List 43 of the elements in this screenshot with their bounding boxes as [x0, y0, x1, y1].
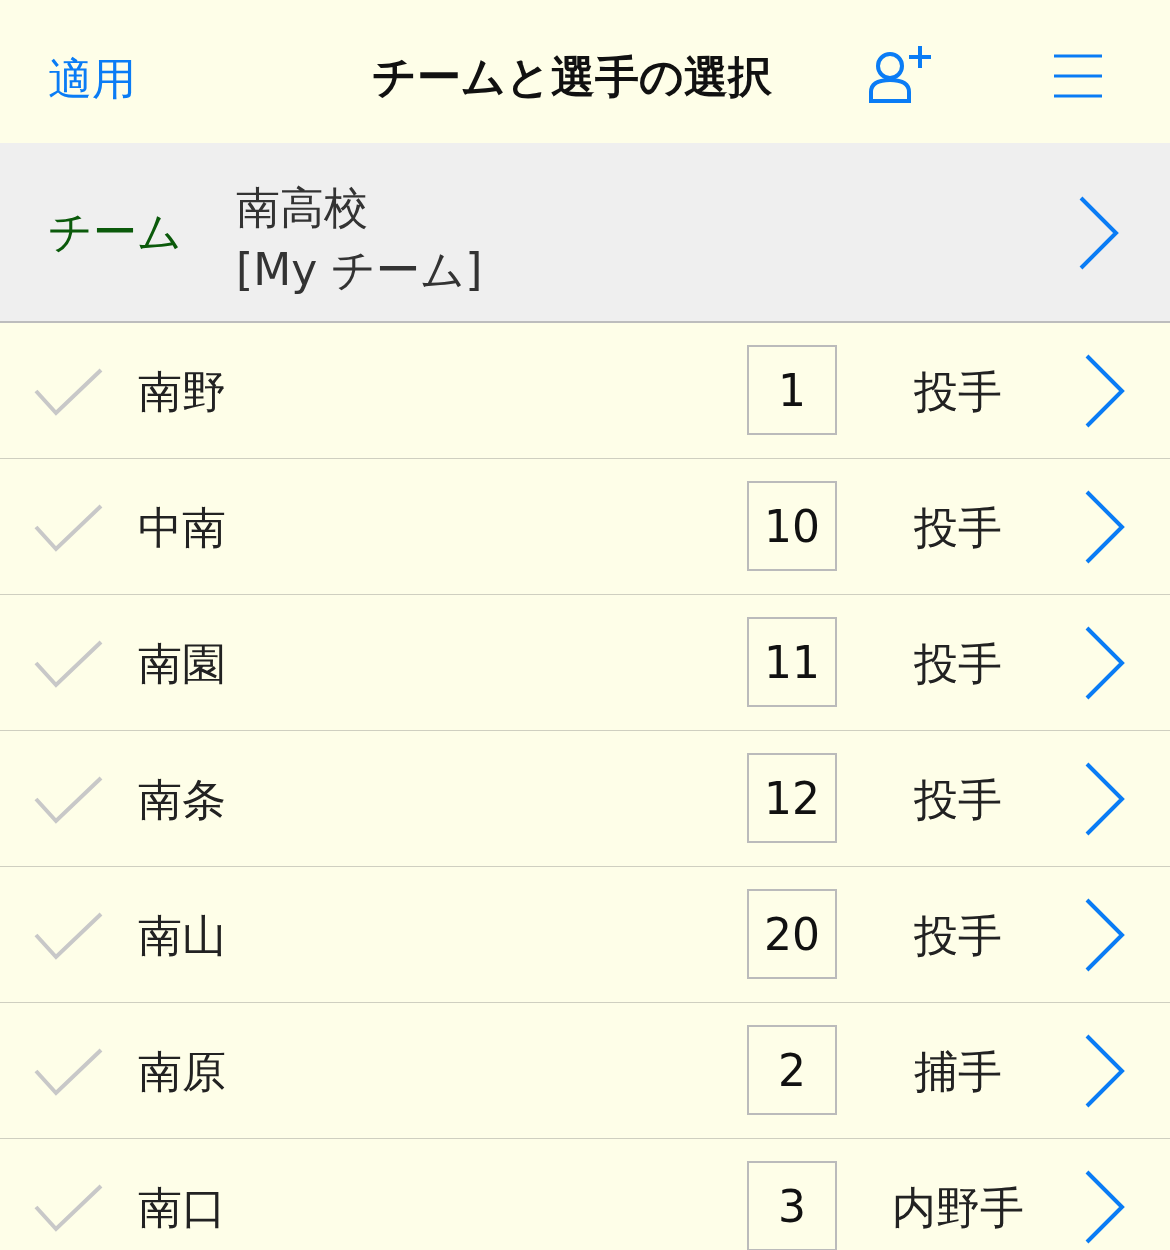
- checkmark-icon[interactable]: [34, 503, 104, 553]
- jersey-number: 3: [747, 1161, 837, 1250]
- jersey-number: 1: [747, 345, 837, 435]
- player-position: 投手: [913, 501, 1003, 555]
- player-name: 南野: [138, 365, 226, 419]
- checkmark-icon[interactable]: [34, 639, 104, 689]
- chevron-right-icon[interactable]: [1084, 489, 1126, 565]
- player-position: 内野手: [891, 1181, 1025, 1235]
- team-label: チーム: [48, 205, 182, 259]
- jersey-number: 12: [747, 753, 837, 843]
- jersey-number: 2: [747, 1025, 837, 1115]
- checkmark-icon[interactable]: [34, 1183, 104, 1233]
- player-name: 南山: [138, 909, 226, 963]
- jersey-number: 20: [747, 889, 837, 979]
- checkmark-icon[interactable]: [34, 1047, 104, 1097]
- player-name: 南条: [138, 773, 226, 827]
- checkmark-icon[interactable]: [34, 775, 104, 825]
- team-name: 南高校: [236, 181, 369, 235]
- menu-icon[interactable]: [1054, 54, 1102, 98]
- player-position: 投手: [913, 365, 1003, 419]
- jersey-number: 11: [747, 617, 837, 707]
- player-position: 投手: [913, 773, 1003, 827]
- chevron-right-icon[interactable]: [1084, 625, 1126, 701]
- chevron-right-icon[interactable]: [1078, 195, 1120, 271]
- jersey-number: 10: [747, 481, 837, 571]
- screen-title: チームと選手の選択: [372, 50, 772, 104]
- chevron-right-icon[interactable]: [1084, 897, 1126, 973]
- player-position: 投手: [913, 909, 1003, 963]
- player-name: 南原: [138, 1045, 226, 1099]
- player-name: 南口: [138, 1181, 226, 1235]
- player-position: 捕手: [913, 1045, 1003, 1099]
- player-name: 中南: [138, 501, 226, 555]
- player-name: 南園: [138, 637, 226, 691]
- checkmark-icon[interactable]: [34, 367, 104, 417]
- chevron-right-icon[interactable]: [1084, 353, 1126, 429]
- team-tag: [My チーム]: [236, 239, 483, 301]
- player-position: 投手: [913, 637, 1003, 691]
- checkmark-icon[interactable]: [34, 911, 104, 961]
- chevron-right-icon[interactable]: [1084, 1033, 1126, 1109]
- chevron-right-icon[interactable]: [1084, 761, 1126, 837]
- apply-button[interactable]: 適用: [48, 50, 136, 109]
- chevron-right-icon[interactable]: [1084, 1169, 1126, 1245]
- add-person-icon[interactable]: [868, 44, 932, 104]
